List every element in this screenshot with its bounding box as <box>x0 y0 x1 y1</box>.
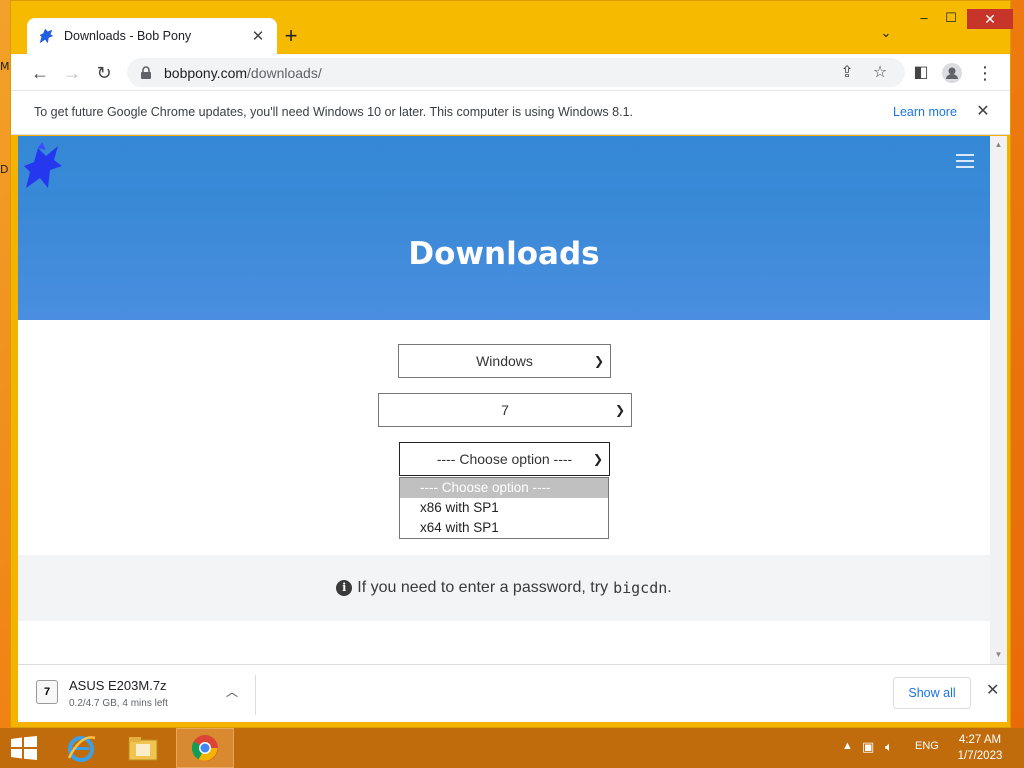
version-select-value: 7 <box>501 402 509 418</box>
navbar <box>18 136 990 190</box>
chrome-taskbar-icon[interactable] <box>176 728 234 768</box>
url-host: bobpony.com <box>164 64 248 81</box>
forward-arrow-icon[interactable]: → <box>59 60 85 86</box>
desktop-icon-label: D <box>0 163 9 176</box>
volume-icon[interactable]: 🔈︎ <box>885 739 893 755</box>
edition-dropdown-list: ---- Choose option ---- x86 with SP1 x64… <box>399 477 609 539</box>
reload-icon[interactable]: ↻ <box>91 60 117 86</box>
notice-end: . <box>667 579 672 596</box>
password-notice: i If you need to enter a password, try b… <box>18 555 990 621</box>
url-path: /downloads/ <box>247 64 322 81</box>
download-item[interactable]: 7 ASUS E203M.7z 0.2/4.7 GB, 4 mins left … <box>26 675 256 715</box>
browser-toolbar: ← → ↻ bobpony.com/downloads/ ⇪ ☆ ◧ ⋮ <box>11 54 1010 91</box>
clock-time: 4:27 AM <box>958 734 1002 746</box>
hamburger-menu-icon[interactable] <box>956 154 974 168</box>
share-icon[interactable]: ⇪ <box>837 64 857 82</box>
bobpony-logo-icon[interactable] <box>20 140 64 190</box>
tab-title: Downloads - Bob Pony <box>64 29 192 43</box>
windows-start-icon[interactable] <box>10 736 38 760</box>
maximize-button[interactable]: ☐ <box>936 9 966 27</box>
chrome-menu-icon[interactable]: ⋮ <box>972 60 998 86</box>
dropdown-option[interactable]: x64 with SP1 <box>400 518 608 538</box>
language-indicator[interactable]: ENG <box>915 740 939 752</box>
download-shelf: 7 ASUS E203M.7z 0.2/4.7 GB, 4 mins left … <box>18 664 1007 722</box>
chevron-down-icon: ❯ <box>614 403 625 417</box>
browser-tab[interactable]: Downloads - Bob Pony ✕ <box>27 18 277 54</box>
show-all-button[interactable]: Show all <box>893 677 971 709</box>
info-icon: i <box>336 580 353 596</box>
minimize-button[interactable]: – <box>909 9 939 27</box>
page-viewport: Downloads Windows ❯ 7 ❯ ---- Choose opti… <box>18 136 990 664</box>
chevron-down-icon: ❯ <box>592 452 603 466</box>
infobar-message: To get future Google Chrome updates, you… <box>34 105 633 119</box>
scroll-down-icon[interactable]: ▼ <box>990 650 1007 659</box>
edition-select[interactable]: ---- Choose option ---- ❯ <box>399 442 610 476</box>
dropdown-option[interactable]: ---- Choose option ---- <box>400 478 608 498</box>
page-title: Downloads <box>408 236 600 272</box>
profile-avatar-icon[interactable] <box>939 60 965 86</box>
bobpony-favicon-icon <box>39 28 54 44</box>
desktop-icon-label: M <box>0 60 10 73</box>
os-select-value: Windows <box>476 353 533 369</box>
chevron-down-icon: ❯ <box>593 354 604 368</box>
bookmark-star-icon[interactable]: ☆ <box>870 64 890 82</box>
network-icon[interactable]: ▣ <box>862 739 874 755</box>
learn-more-link[interactable]: Learn more <box>893 105 957 119</box>
back-arrow-icon[interactable]: ← <box>27 60 53 86</box>
scroll-up-icon[interactable]: ▲ <box>990 140 1007 149</box>
archive-file-icon: 7 <box>36 680 58 704</box>
dropdown-option[interactable]: x86 with SP1 <box>400 498 608 518</box>
windows-taskbar: ▲ ▣ 🔈︎ ENG 4:27 AM 1/7/2023 <box>0 728 1024 768</box>
download-file-name: ASUS E203M.7z <box>69 678 167 693</box>
address-bar[interactable]: bobpony.com/downloads/ ⇪ ☆ <box>127 58 905 87</box>
clock-date: 1/7/2023 <box>957 750 1003 762</box>
tab-search-chevron-icon[interactable]: ⌄ <box>875 25 897 47</box>
tray-expand-icon[interactable]: ▲ <box>842 740 853 752</box>
infobar-close-icon[interactable]: ✕ <box>973 101 993 121</box>
version-select[interactable]: 7 ❯ <box>378 393 632 427</box>
page-scrollbar[interactable]: ▲ ▼ <box>990 136 1007 664</box>
lock-icon <box>141 65 151 79</box>
url-text: bobpony.com/downloads/ <box>164 65 322 81</box>
notice-code: bigcdn <box>613 579 668 597</box>
side-panel-icon[interactable]: ◧ <box>908 60 934 86</box>
hero-banner: Downloads <box>18 136 990 320</box>
file-explorer-icon[interactable] <box>114 728 172 768</box>
taskbar-clock[interactable]: 4:27 AM 1/7/2023 <box>950 732 1010 764</box>
shelf-close-icon[interactable]: ✕ <box>986 680 999 700</box>
edition-select-value: ---- Choose option ---- <box>436 451 573 467</box>
chrome-window: Downloads - Bob Pony ✕ + ⌄ – ☐ ✕ ← → ↻ b… <box>10 0 1013 728</box>
update-infobar: To get future Google Chrome updates, you… <box>11 91 1010 135</box>
os-select[interactable]: Windows ❯ <box>398 344 611 378</box>
window-close-button[interactable]: ✕ <box>967 9 1013 29</box>
download-status: 0.2/4.7 GB, 4 mins left <box>69 698 168 709</box>
new-tab-button[interactable]: + <box>278 23 304 49</box>
internet-explorer-icon[interactable] <box>52 728 110 768</box>
title-bar: Downloads - Bob Pony ✕ + ⌄ – ☐ ✕ <box>11 1 1013 54</box>
tab-close-icon[interactable]: ✕ <box>249 27 267 45</box>
notice-text: If you need to enter a password, try <box>357 579 609 596</box>
chevron-up-icon[interactable]: ︿ <box>226 683 238 700</box>
